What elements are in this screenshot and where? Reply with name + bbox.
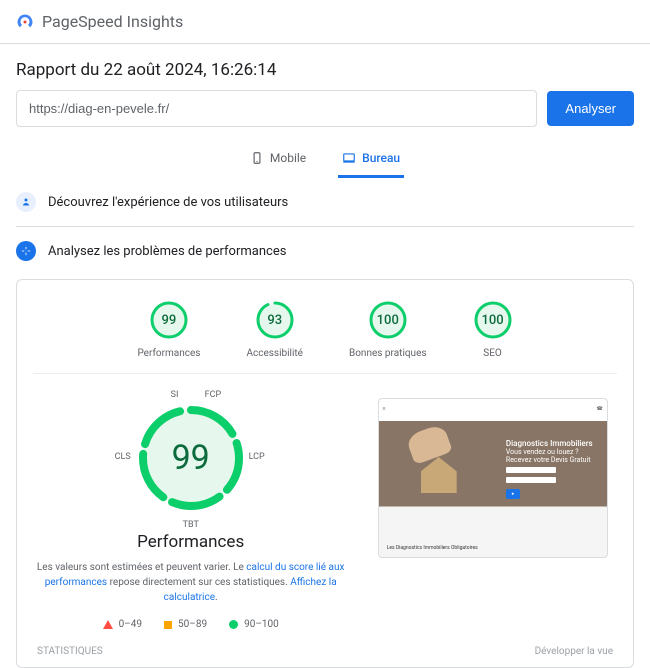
legend-good-label: 90–100 bbox=[244, 619, 279, 630]
gauge-bonnes-pratiques[interactable]: 100 Bonnes pratiques bbox=[349, 300, 427, 359]
performance-card: 99 Performances 93 Accessibilité 100 Bon… bbox=[16, 279, 634, 668]
perf-desc-text: Les valeurs sont estimées et peuvent var… bbox=[37, 562, 246, 573]
tab-desktop[interactable]: Bureau bbox=[338, 143, 404, 178]
legend-bad: 0–49 bbox=[103, 619, 142, 630]
perf-left: 99 SI FCP LCP TBT CLS Performances Les v… bbox=[33, 388, 348, 630]
metric-tbt: TBT bbox=[183, 520, 199, 530]
gauge-label: Accessibilité bbox=[246, 348, 303, 359]
page-screenshot: ≡☎ Diagnostics Immobiliers Vous vendez o… bbox=[378, 398, 608, 558]
ss-bottom-text: Les Diagnostics Immobiliers Obligatoires bbox=[387, 545, 478, 551]
perf-desc-text2: repose directement sur ces statistiques. bbox=[107, 577, 290, 588]
triangle-icon bbox=[103, 620, 113, 629]
perf-detail-row: 99 SI FCP LCP TBT CLS Performances Les v… bbox=[33, 373, 617, 630]
tab-mobile-label: Mobile bbox=[270, 151, 306, 165]
gauge-score: 100 bbox=[368, 300, 408, 340]
psi-logo-icon bbox=[16, 13, 34, 31]
gauge-accessibilite[interactable]: 93 Accessibilité bbox=[246, 300, 303, 359]
report-title: Rapport du 22 août 2024, 16:26:14 bbox=[0, 44, 650, 90]
gauge-label: Bonnes pratiques bbox=[349, 348, 427, 359]
gauge-circle: 93 bbox=[255, 300, 295, 340]
users-icon bbox=[16, 192, 36, 212]
metric-fcp: FCP bbox=[205, 390, 222, 400]
ss-hero: Diagnostics Immobiliers Vous vendez ou l… bbox=[506, 439, 593, 499]
gauge-label: Performances bbox=[137, 348, 200, 359]
gauge-circle: 99 bbox=[149, 300, 189, 340]
stats-label: STATISTIQUES bbox=[37, 646, 103, 657]
legend-mid-label: 50–89 bbox=[178, 619, 207, 630]
card-footer: STATISTIQUES Développer la vue bbox=[33, 638, 617, 657]
legend-bad-label: 0–49 bbox=[119, 619, 142, 630]
perf-title: Performances bbox=[137, 532, 244, 552]
ss-hero-title: Diagnostics Immobiliers bbox=[506, 439, 593, 448]
url-row: Analyser bbox=[0, 90, 650, 143]
big-gauge-score: 99 bbox=[121, 388, 261, 528]
ss-cta: ▸ bbox=[506, 489, 521, 499]
tab-desktop-label: Bureau bbox=[362, 151, 400, 165]
app-title: PageSpeed Insights bbox=[42, 12, 183, 31]
gauge-score: 99 bbox=[149, 300, 189, 340]
tab-mobile[interactable]: Mobile bbox=[246, 143, 310, 178]
section-analyze-title: Analysez les problèmes de performances bbox=[48, 244, 286, 259]
ss-header: ≡☎ bbox=[383, 401, 603, 417]
metric-lcp: LCP bbox=[249, 452, 265, 462]
mobile-icon bbox=[250, 151, 264, 165]
gauge-score: 100 bbox=[473, 300, 513, 340]
device-tabs: Mobile Bureau bbox=[0, 143, 650, 178]
gauge-label: SEO bbox=[483, 348, 502, 359]
ss-hero-sub1: Vous vendez ou louez ? bbox=[506, 448, 593, 456]
section-analyze: Analysez les problèmes de performances bbox=[0, 227, 650, 275]
ss-hero-sub2: Recevez votre Devis Gratuit bbox=[506, 456, 593, 464]
perf-desc: Les valeurs sont estimées et peuvent var… bbox=[33, 560, 348, 605]
diagnose-icon bbox=[16, 241, 36, 261]
gauge-circle: 100 bbox=[473, 300, 513, 340]
gauge-score: 93 bbox=[255, 300, 295, 340]
url-input[interactable] bbox=[16, 90, 537, 127]
desktop-icon bbox=[342, 151, 356, 165]
legend-mid: 50–89 bbox=[164, 619, 207, 630]
perf-right: ≡☎ Diagnostics Immobiliers Vous vendez o… bbox=[368, 388, 617, 630]
legend-good: 90–100 bbox=[229, 619, 279, 630]
big-gauge: 99 SI FCP LCP TBT CLS bbox=[121, 388, 261, 528]
circle-icon bbox=[229, 620, 238, 629]
gauge-performances[interactable]: 99 Performances bbox=[137, 300, 200, 359]
ss-hand bbox=[405, 423, 453, 465]
analyze-button[interactable]: Analyser bbox=[547, 91, 634, 126]
gauge-seo[interactable]: 100 SEO bbox=[473, 300, 513, 359]
section-discover: Découvrez l'expérience de vos utilisateu… bbox=[0, 178, 650, 226]
expand-view[interactable]: Développer la vue bbox=[535, 646, 613, 657]
gauge-circle: 100 bbox=[368, 300, 408, 340]
gauges-row: 99 Performances 93 Accessibilité 100 Bon… bbox=[33, 296, 617, 373]
section-discover-title: Découvrez l'expérience de vos utilisateu… bbox=[48, 195, 288, 210]
ss-house bbox=[421, 457, 457, 493]
square-icon bbox=[164, 621, 172, 629]
app-header: PageSpeed Insights bbox=[0, 0, 650, 44]
metric-cls: CLS bbox=[115, 452, 131, 462]
metric-si: SI bbox=[171, 390, 179, 400]
score-legend: 0–49 50–89 90–100 bbox=[103, 619, 279, 630]
